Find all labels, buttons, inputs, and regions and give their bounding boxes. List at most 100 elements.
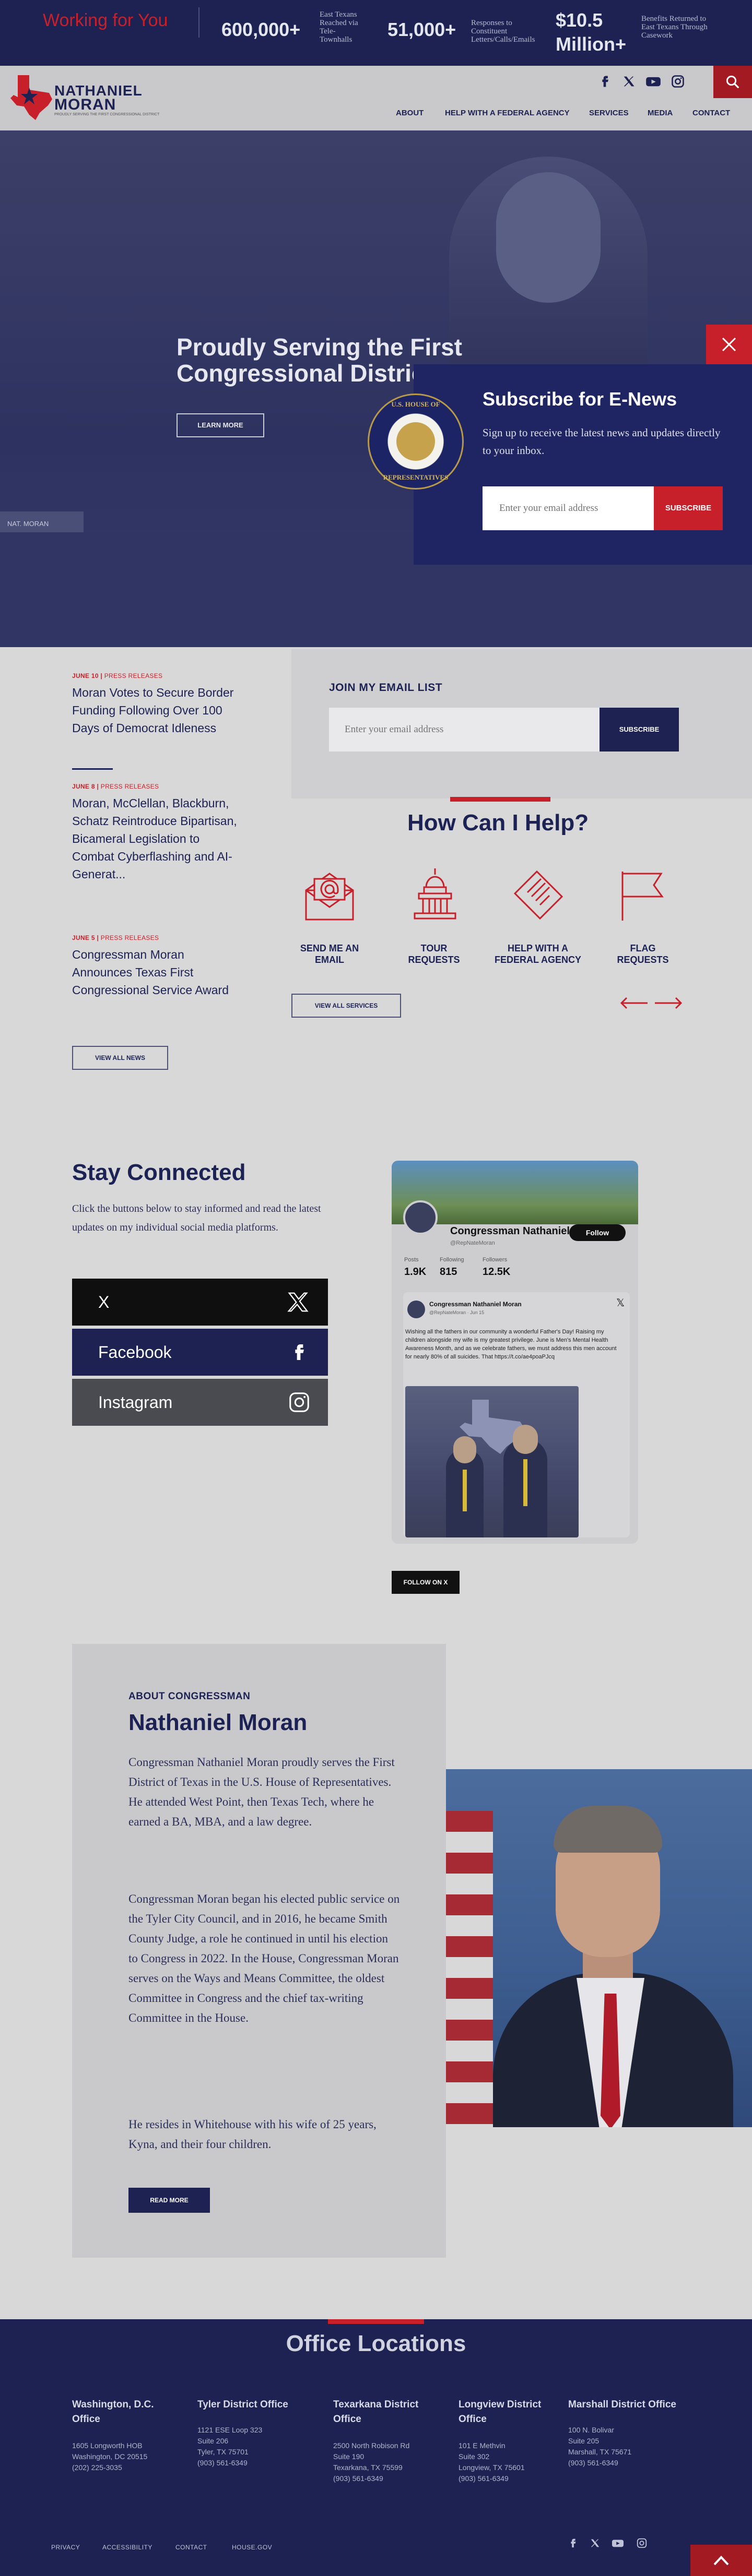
- news-title[interactable]: Congressman Moran Announces Texas First …: [72, 946, 244, 999]
- nav-services[interactable]: SERVICES: [589, 109, 629, 117]
- about-paragraph: Congressman Nathaniel Moran proudly serv…: [128, 1756, 395, 1828]
- search-icon: [726, 75, 739, 89]
- about-name: Nathaniel Moran: [128, 1710, 308, 1735]
- texas-logo-icon[interactable]: [8, 72, 55, 122]
- x-icon[interactable]: [621, 74, 636, 89]
- accent-bar: [450, 797, 550, 802]
- nav-contact[interactable]: CONTACT: [692, 109, 730, 117]
- divider: [198, 7, 199, 38]
- follow-on-x-button[interactable]: FOLLOW ON X: [392, 1571, 460, 1594]
- chevron-up-icon: [713, 2556, 729, 2566]
- post-text: Wishing all the fathers in our community…: [405, 1329, 617, 1360]
- logo-last-name[interactable]: MORAN: [54, 96, 116, 114]
- avatar: [407, 1301, 425, 1318]
- instagram-icon: [289, 1392, 309, 1412]
- accent-bar: [328, 2319, 424, 2324]
- office-name: Tyler District Office: [197, 2399, 288, 2410]
- modal-description: Sign up to receive the latest news and u…: [483, 426, 721, 457]
- stat-label: East Texans Reached via Tele-Townhalls: [320, 10, 358, 44]
- stat-value: 1.9K: [404, 1266, 427, 1278]
- footer-contact-link[interactable]: CONTACT: [175, 2544, 207, 2551]
- logo-tagline: PROUDLY SERVING THE FIRST CONGRESSIONAL …: [54, 113, 160, 116]
- twitter-handle: @RepNateMoran: [450, 1240, 495, 1246]
- x-icon[interactable]: 𝕏: [616, 1296, 625, 1309]
- footer-accessibility-link[interactable]: ACCESSIBILITY: [102, 2544, 152, 2551]
- arrow-right-icon[interactable]: [654, 997, 683, 1009]
- office-address: 2500 North Robison Rd Suite 190 Texarkana,…: [333, 2441, 410, 2483]
- news-date: JUNE 10 | PRESS RELEASES: [72, 672, 163, 679]
- service-flag-label[interactable]: FLAG REQUESTS: [609, 943, 677, 965]
- modal-email-input[interactable]: [483, 486, 654, 530]
- about-paragraph: He resides in Whitehouse with his wife o…: [128, 2118, 377, 2151]
- x-icon[interactable]: [587, 2537, 603, 2552]
- facebook-icon[interactable]: [597, 74, 612, 89]
- office-address: 1121 ESE Loop 323 Suite 206 Tyler, TX 7570…: [197, 2426, 263, 2467]
- instagram-icon[interactable]: [634, 2537, 650, 2552]
- tagline: Working for You: [43, 10, 168, 30]
- facebook-social-button[interactable]: Facebook: [72, 1329, 328, 1376]
- nav-media[interactable]: MEDIA: [648, 109, 673, 117]
- facebook-icon: [295, 1344, 304, 1360]
- about-paragraph: Congressman Moran began his elected publ…: [128, 1892, 400, 2024]
- service-federal-agency-label[interactable]: HELP WITH A FEDERAL AGENCY: [491, 943, 585, 965]
- stat-label: Responses to Constituent Letters/Calls/E…: [471, 19, 535, 44]
- nav-about[interactable]: ABOUT: [396, 109, 424, 117]
- footer-privacy-link[interactable]: PRIVACY: [51, 2544, 80, 2551]
- search-button[interactable]: [713, 66, 752, 98]
- youtube-icon[interactable]: [610, 2537, 626, 2552]
- news-date: JUNE 5 | PRESS RELEASES: [72, 934, 159, 941]
- read-more-button[interactable]: READ MORE: [128, 2188, 210, 2213]
- post-photo[interactable]: [405, 1386, 579, 1537]
- office-name: Washington, D.C. Office: [72, 2399, 154, 2425]
- youtube-icon[interactable]: [645, 74, 661, 89]
- stat-value: 12.5K: [483, 1266, 511, 1278]
- office-address: 1605 Longworth HOB Washington, DC 20515 (2…: [72, 2441, 148, 2472]
- help-title: How Can I Help?: [407, 810, 589, 836]
- house-seal-icon: U.S. HOUSE OF REPRESENTATIVES: [368, 393, 464, 490]
- avatar[interactable]: [403, 1200, 438, 1235]
- stat-label: Posts: [404, 1257, 419, 1263]
- post-author: Congressman Nathaniel Moran: [429, 1301, 522, 1308]
- view-all-services-button[interactable]: VIEW ALL SERVICES: [291, 994, 401, 1018]
- close-icon: [722, 337, 736, 352]
- service-email-label[interactable]: SEND ME AN EMAIL: [296, 943, 363, 965]
- news-title[interactable]: Moran Votes to Secure Border Funding Fol…: [72, 684, 244, 737]
- stay-connected-title: Stay Connected: [72, 1160, 246, 1185]
- stat-label: Followers: [483, 1257, 508, 1263]
- arrow-left-icon[interactable]: [619, 997, 649, 1009]
- congressman-portrait: [446, 1769, 752, 2127]
- close-button[interactable]: [706, 325, 752, 364]
- stat-value: 815: [440, 1266, 457, 1278]
- instagram-social-button[interactable]: Instagram: [72, 1379, 328, 1426]
- hero-photo-face: [496, 172, 601, 303]
- back-to-top-button[interactable]: [690, 2545, 752, 2576]
- learn-more-button[interactable]: LEARN MORE: [177, 413, 264, 437]
- stat-number: $10.5 Million+: [556, 9, 626, 55]
- capitol-icon[interactable]: [406, 866, 464, 924]
- facebook-icon[interactable]: [565, 2537, 581, 2552]
- stat-label: Following: [440, 1257, 464, 1263]
- footer-housegov-link[interactable]: HOUSE.GOV: [232, 2544, 272, 2551]
- flag-icon[interactable]: [614, 866, 672, 924]
- email-icon[interactable]: [301, 866, 358, 924]
- about-kicker: ABOUT CONGRESSMAN: [128, 1691, 251, 1702]
- nav-federal-agency[interactable]: HELP WITH A FEDERAL AGENCY: [445, 109, 570, 117]
- office-name: Marshall District Office: [568, 2399, 676, 2410]
- divider: [72, 768, 113, 770]
- email-list-title: JOIN MY EMAIL LIST: [329, 682, 443, 694]
- modal-title: Subscribe for E-News: [483, 388, 677, 410]
- email-list-subscribe-button[interactable]: SUBSCRIBE: [600, 708, 679, 752]
- email-list-input[interactable]: [329, 708, 600, 752]
- view-all-news-button[interactable]: VIEW ALL NEWS: [72, 1046, 168, 1070]
- office-name: Texarkana District Office: [333, 2399, 419, 2425]
- office-locations-title: Office Locations: [286, 2331, 466, 2356]
- service-tour-label[interactable]: TOUR REQUESTS: [400, 943, 468, 965]
- instagram-icon[interactable]: [671, 74, 685, 89]
- twitter-name[interactable]: Congressman Nathaniel...: [450, 1225, 579, 1237]
- x-icon: [287, 1292, 309, 1312]
- x-social-button[interactable]: X: [72, 1279, 328, 1326]
- news-title[interactable]: Moran, McClellan, Blackburn, Schatz Rein…: [72, 794, 244, 883]
- modal-subscribe-button[interactable]: SUBSCRIBE: [654, 486, 723, 530]
- document-icon[interactable]: [510, 866, 567, 924]
- twitter-follow-button[interactable]: Follow: [569, 1224, 626, 1241]
